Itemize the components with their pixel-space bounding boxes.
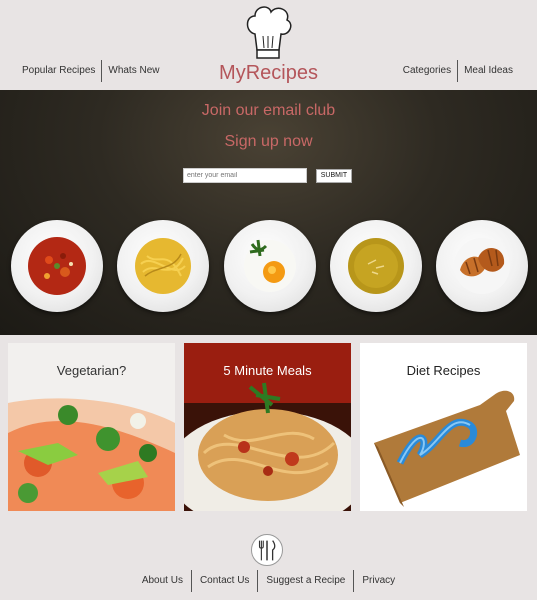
- plate-tomato-soup[interactable]: [11, 220, 103, 312]
- cutlery-icon: [251, 534, 283, 566]
- chef-hat-icon[interactable]: [243, 4, 293, 60]
- croissant-image: [454, 238, 510, 294]
- nav-meal-ideas[interactable]: Meal Ideas: [458, 60, 519, 82]
- tomato-soup-image: [28, 237, 86, 295]
- card-title-5-minute-meals: 5 Minute Meals: [223, 363, 312, 378]
- nav-categories[interactable]: Categories: [397, 60, 457, 82]
- footer-nav: About Us Contact Us Suggest a Recipe Pri…: [0, 570, 537, 592]
- nav-popular-recipes[interactable]: Popular Recipes: [16, 60, 101, 82]
- card-5-minute-meals[interactable]: 5 Minute Meals: [184, 343, 351, 511]
- nav-whats-new[interactable]: Whats New: [102, 60, 165, 82]
- primary-nav-right: Categories Meal Ideas: [397, 60, 519, 82]
- card-title-diet-recipes: Diet Recipes: [406, 363, 481, 378]
- primary-nav-left: Popular Recipes Whats New: [16, 60, 166, 82]
- submit-button[interactable]: SUBMIT: [316, 168, 352, 183]
- category-cards: Vegetarian? 5 Minute Meals Diet Recipes: [0, 343, 537, 511]
- spaghetti-image: [135, 238, 191, 294]
- footer-link-about-us[interactable]: About Us: [134, 570, 191, 592]
- email-club-banner: Join our email club Sign up now SUBMIT: [0, 90, 537, 335]
- banner-title: Join our email club: [201, 102, 336, 119]
- footer-link-contact-us[interactable]: Contact Us: [192, 570, 257, 592]
- site-footer: About Us Contact Us Suggest a Recipe Pri…: [0, 520, 537, 600]
- pea-soup-image: [348, 238, 404, 294]
- footer-link-privacy[interactable]: Privacy: [354, 570, 403, 592]
- plate-spaghetti[interactable]: [117, 220, 209, 312]
- card-title-vegetarian: Vegetarian?: [56, 363, 127, 378]
- site-header: MyRecipes Popular Recipes Whats New Cate…: [0, 0, 537, 90]
- card-diet-recipes[interactable]: Diet Recipes: [360, 343, 527, 511]
- email-input[interactable]: [183, 168, 307, 183]
- fried-egg-image: [244, 239, 296, 292]
- card-vegetarian[interactable]: Vegetarian?: [8, 343, 175, 511]
- plate-croissants[interactable]: [436, 220, 528, 312]
- banner-subtitle: Sign up now: [224, 133, 313, 150]
- footer-link-suggest-recipe[interactable]: Suggest a Recipe: [258, 570, 353, 592]
- plate-pea-soup[interactable]: [330, 220, 422, 312]
- plate-fried-egg[interactable]: [224, 220, 316, 312]
- email-signup-form: SUBMIT: [183, 168, 352, 183]
